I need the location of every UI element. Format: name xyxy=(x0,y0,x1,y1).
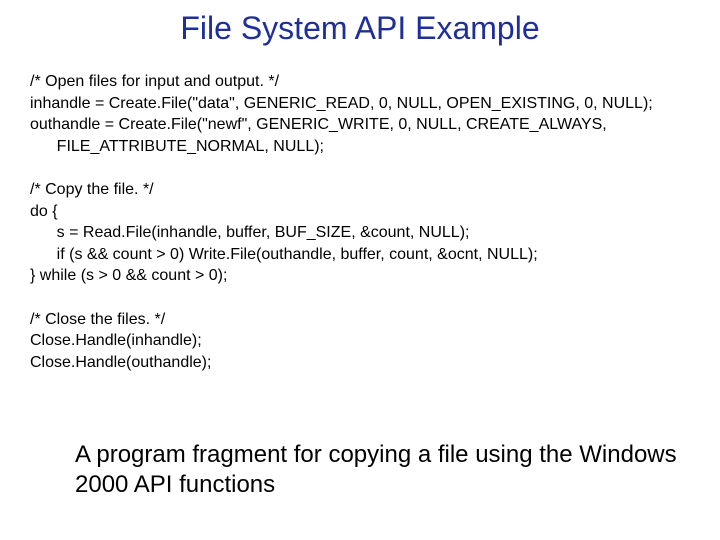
code-block: /* Open files for input and output. */ i… xyxy=(0,53,720,373)
caption-text: A program fragment for copying a file us… xyxy=(75,440,680,500)
slide: File System API Example /* Open files fo… xyxy=(0,0,720,540)
slide-title: File System API Example xyxy=(0,0,720,53)
